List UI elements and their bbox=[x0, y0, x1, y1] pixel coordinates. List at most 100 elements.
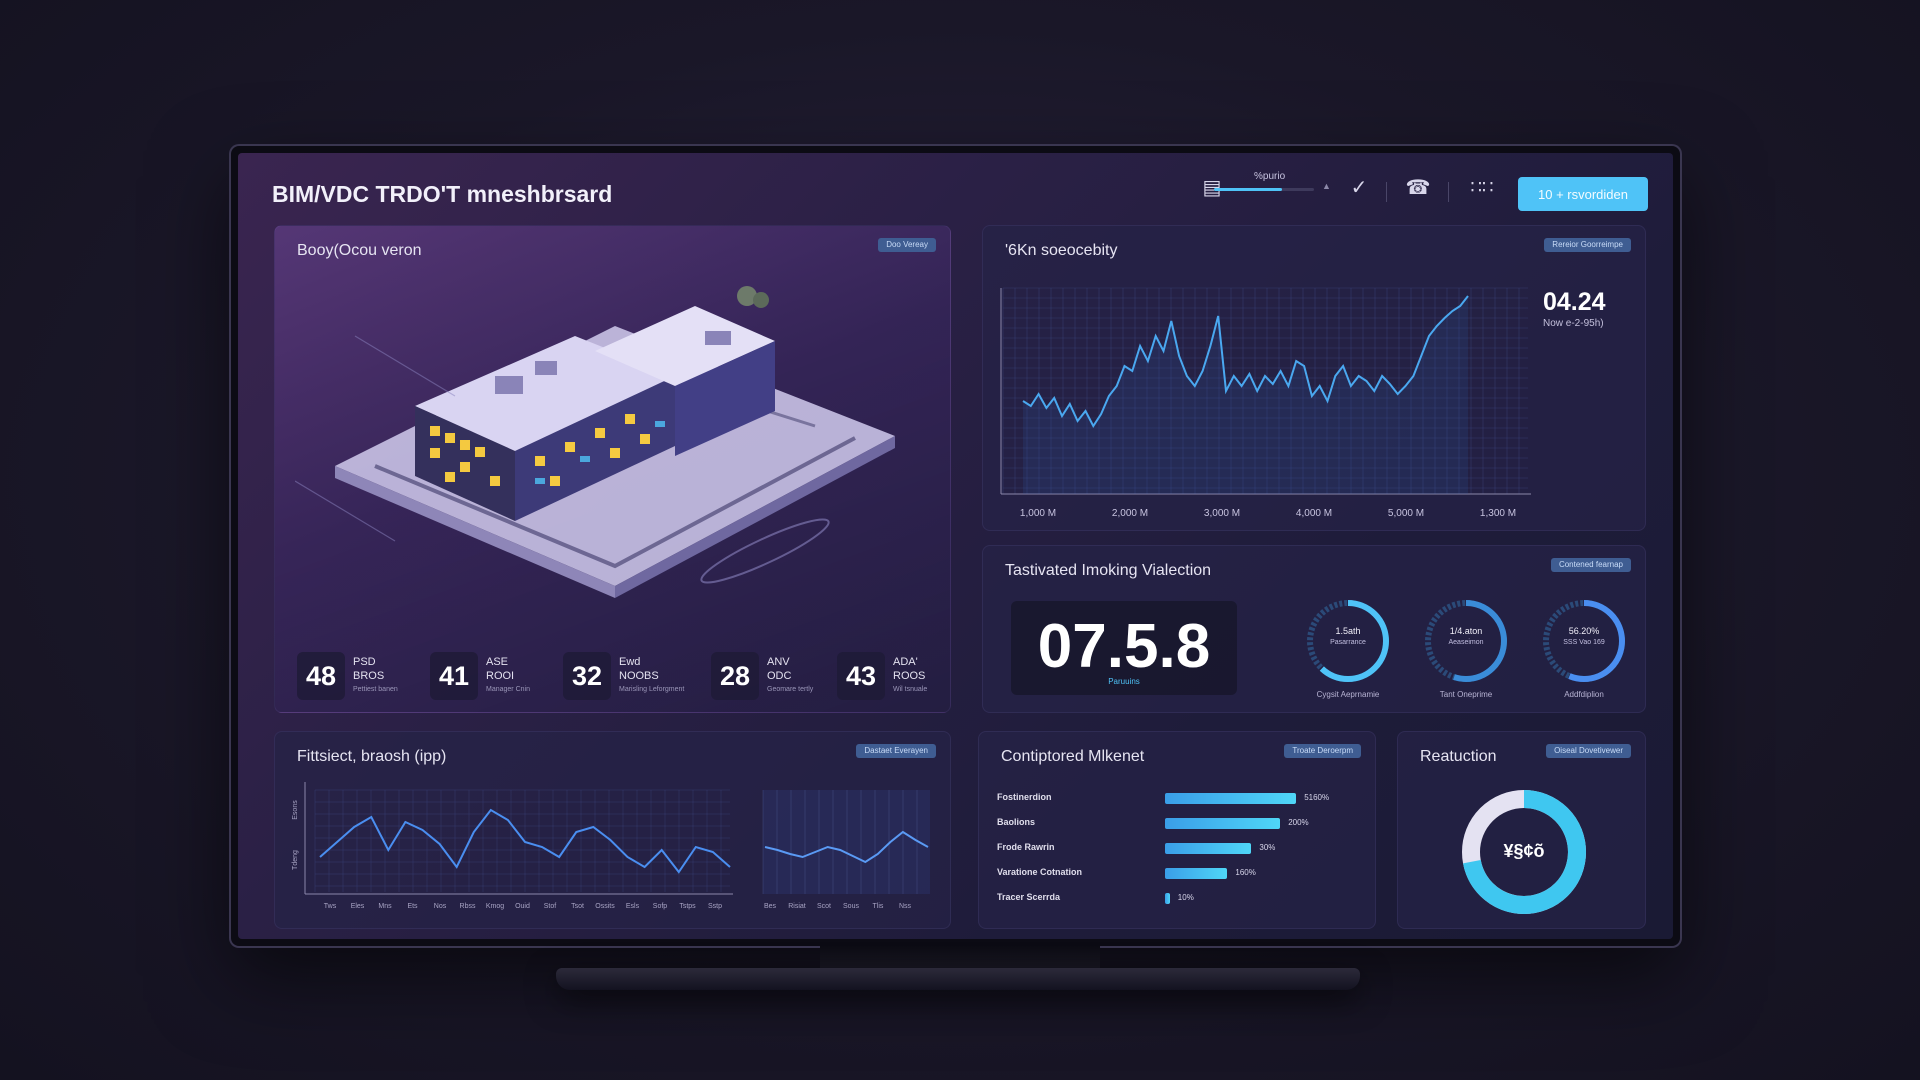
tracking-panel: Tastivated Imoking Vialection Contened f… bbox=[982, 545, 1646, 713]
x-tick-label: 5,000 M bbox=[1388, 508, 1424, 519]
phone-icon[interactable]: ☎ bbox=[1404, 175, 1432, 200]
tracking-panel-title: Tastivated Imoking Vialection bbox=[1005, 562, 1212, 579]
bar-label: Frode Rawrin bbox=[997, 842, 1055, 852]
x-tick-label: Mns bbox=[378, 903, 392, 910]
trend-panel-pill[interactable]: Dastaet Everayen bbox=[856, 744, 936, 758]
kpi-label-line1: PSD bbox=[353, 656, 376, 668]
app-title: BIM/VDC TRDO'T mneshbrsard bbox=[272, 181, 613, 207]
chevron-up-icon[interactable]: ▲ bbox=[1322, 181, 1331, 191]
line-area bbox=[1023, 296, 1468, 494]
bar-row[interactable]: Fostinerdion 5160% bbox=[997, 790, 1357, 806]
x-tick-label: Tsot bbox=[571, 903, 584, 910]
ring-sublabel: SSS Vao 169 bbox=[1563, 639, 1605, 646]
line-panel-title: '6Kn soeocebity bbox=[1005, 242, 1118, 259]
bars-panel-title: Contiptored Mlkenet bbox=[1001, 748, 1145, 765]
bar-track bbox=[1165, 843, 1325, 854]
x-tick-label: Nss bbox=[899, 903, 912, 910]
x-tick-label: Sofp bbox=[653, 903, 668, 910]
ring-gauge[interactable]: 56.20% SSS Vao 169 Addfdiplion bbox=[1539, 596, 1629, 706]
kpi-label-line2: BROS bbox=[353, 670, 385, 682]
x-tick-label: Risiat bbox=[788, 903, 806, 910]
bar-label: Baolions bbox=[997, 817, 1036, 827]
bar-row[interactable]: Frode Rawrin 30% bbox=[997, 840, 1357, 856]
bar-label: Fostinerdion bbox=[997, 792, 1052, 802]
x-tick-label: Scot bbox=[817, 903, 831, 910]
kpi-value: 28 bbox=[711, 652, 759, 700]
kpi-sublabel: Geomare tertly bbox=[767, 686, 814, 693]
ring-sublabel: Aeaseimon bbox=[1448, 639, 1484, 646]
kpi-label-line1: ADA' bbox=[893, 656, 918, 668]
x-tick-label: Esls bbox=[626, 903, 640, 910]
bar-fill bbox=[1165, 843, 1252, 854]
line-big-subtitle: Now e-2-95h) bbox=[1543, 318, 1604, 329]
bar-row[interactable]: Baolions 200% bbox=[997, 815, 1357, 831]
bar-fill bbox=[1165, 793, 1297, 804]
model-view-panel: Booy(Ocou veron Doo Vereay 48 PSD BROS P… bbox=[274, 225, 951, 713]
x-tick-label: Eles bbox=[351, 903, 365, 910]
ring-gauge[interactable]: 1.5ath Pasarrance Cygsit Aeprnamie bbox=[1303, 596, 1393, 706]
bar-value: 10% bbox=[1177, 893, 1194, 902]
zoom-track[interactable] bbox=[1214, 188, 1314, 191]
monitor-stand-base bbox=[556, 968, 1360, 990]
kpi-value: 43 bbox=[837, 652, 885, 700]
bar-fill bbox=[1165, 868, 1228, 879]
ring-sublabel: Pasarrance bbox=[1330, 639, 1366, 646]
x-tick-label: 1,300 M bbox=[1480, 508, 1516, 519]
ring-caption: Cygsit Aeprnamie bbox=[1316, 690, 1380, 699]
bar-label: Varatione Cotnation bbox=[997, 867, 1083, 877]
x-tick-label: Stof bbox=[544, 903, 557, 910]
tracking-panel-pill[interactable]: Contened fearnap bbox=[1550, 558, 1631, 572]
x-tick-label: Bes bbox=[764, 903, 777, 910]
bars-panel: Contiptored Mlkenet Troate Deroerpm Fost… bbox=[978, 731, 1376, 929]
bar-fill bbox=[1165, 893, 1170, 904]
pen-check-icon[interactable]: ✓ bbox=[1345, 175, 1373, 200]
ring-value: 56.20% bbox=[1568, 626, 1600, 636]
ring-caption: Addfdiplion bbox=[1564, 690, 1604, 699]
bar-value: 5160% bbox=[1304, 793, 1330, 802]
x-tick-label: Tlis bbox=[873, 903, 884, 910]
kpi-label-line1: ANV bbox=[767, 656, 790, 668]
kpi-label-line1: ASE bbox=[486, 656, 509, 668]
x-tick-label: Ossits bbox=[595, 903, 615, 910]
bar-fill bbox=[1165, 818, 1281, 829]
zoom-slider[interactable]: %purio ▲ bbox=[1214, 171, 1334, 201]
bar-value: 160% bbox=[1235, 868, 1256, 877]
x-tick-label: 4,000 M bbox=[1296, 508, 1332, 519]
kpi-value: 41 bbox=[430, 652, 478, 700]
donut-center-label: ¥§¢õ bbox=[1503, 841, 1545, 861]
ring-gauge[interactable]: 1/4.aton Aeaseimon Tant Oneprime bbox=[1421, 596, 1511, 706]
line-chart[interactable]: 1,000 M 2,000 M 3,000 M 4,000 M 5,000 M 1,300… bbox=[983, 226, 1646, 531]
bar-row[interactable]: Tracer Scerrda 10% bbox=[997, 890, 1357, 906]
kpi-value: 32 bbox=[563, 652, 611, 700]
kpi-label-line2: ODC bbox=[767, 670, 792, 682]
donut-panel: Reatuction Oiseal Dovetivewer ¥§¢õ bbox=[1397, 731, 1646, 929]
kpi-label-line2: NOOBS bbox=[619, 670, 659, 682]
bar-label: Tracer Scerrda bbox=[997, 892, 1061, 902]
bar-value: 200% bbox=[1288, 818, 1309, 827]
tracking-big-value: 07.5.8 bbox=[1037, 612, 1211, 681]
x-tick-label: Ouid bbox=[515, 903, 530, 910]
x-tick-label: Nos bbox=[434, 903, 447, 910]
line-panel-pill[interactable]: Rereior Goorreimpe bbox=[1544, 238, 1631, 252]
model-panel-pill[interactable]: Doo Vereay bbox=[878, 238, 936, 252]
grid-icon[interactable]: ∷∷ bbox=[1468, 177, 1496, 198]
kpi-label-line2: ROOS bbox=[893, 670, 926, 682]
x-tick-label: Tws bbox=[324, 903, 337, 910]
dashboard-screen: BIM/VDC TRDO'T mneshbrsard ▤ %purio ▲ ✓ … bbox=[238, 153, 1673, 939]
x-tick-label: 1,000 M bbox=[1020, 508, 1056, 519]
zoom-label: %purio bbox=[1254, 171, 1286, 182]
bar-value: 30% bbox=[1259, 843, 1276, 852]
kpi-sublabel: Manager Cnin bbox=[486, 686, 530, 693]
divider bbox=[1448, 182, 1449, 202]
primary-action-button[interactable]: 10 + rsvordiden bbox=[1518, 177, 1648, 211]
bar-row[interactable]: Varatione Cotnation 160% bbox=[997, 865, 1357, 881]
x-tick-label: 3,000 M bbox=[1204, 508, 1240, 519]
ring-value: 1.5ath bbox=[1335, 626, 1361, 636]
building-model-illustration[interactable] bbox=[295, 266, 935, 646]
x-tick-label: Sous bbox=[843, 903, 859, 910]
donut-panel-pill[interactable]: Oiseal Dovetivewer bbox=[1546, 744, 1631, 758]
kpi-sublabel: Marisling Leforgment bbox=[619, 686, 685, 693]
bars-panel-pill[interactable]: Troate Deroerpm bbox=[1284, 744, 1361, 758]
y-axis-label: Esons bbox=[292, 800, 299, 820]
trend-panel-title: Fittsiect, braosh (ipp) bbox=[297, 748, 447, 765]
